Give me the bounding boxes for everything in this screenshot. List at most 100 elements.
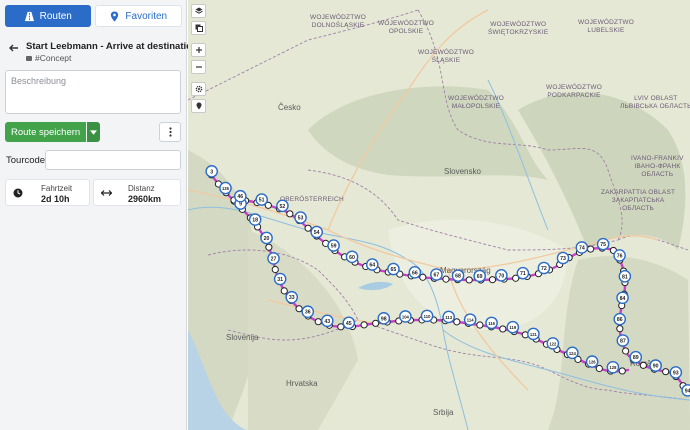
route-stop-marker[interactable]: 124 bbox=[566, 346, 579, 360]
route-stop-marker[interactable]: 116 bbox=[485, 316, 498, 330]
tab-favorites-label: Favoriten bbox=[125, 10, 168, 22]
waypoint-dot[interactable] bbox=[295, 305, 303, 313]
route-stop-marker[interactable]: 126 bbox=[585, 355, 599, 368]
route-stop-marker[interactable]: 90 bbox=[649, 359, 662, 372]
route-stop-marker[interactable]: 104 bbox=[399, 310, 412, 323]
route-stop-marker[interactable]: 93 bbox=[669, 366, 683, 379]
route-stop-marker[interactable]: 54 bbox=[310, 225, 323, 239]
tourcode-input[interactable] bbox=[45, 150, 181, 170]
route-stop-marker[interactable]: 110 bbox=[420, 309, 434, 323]
waypoint-dot[interactable] bbox=[271, 265, 279, 274]
route-stop-marker[interactable]: 119 bbox=[506, 320, 520, 334]
route-icon bbox=[24, 11, 34, 21]
waypoint-dot[interactable] bbox=[618, 367, 626, 375]
waypoint-dot[interactable] bbox=[265, 243, 273, 251]
route-stop-marker[interactable]: 121 bbox=[527, 327, 540, 341]
waypoint-dot[interactable] bbox=[595, 364, 603, 373]
route-stop-marker[interactable]: 53 bbox=[294, 211, 307, 224]
route-stop-marker[interactable]: 33 bbox=[285, 290, 299, 304]
marker-number: 135 bbox=[222, 186, 230, 191]
route-stop-marker[interactable]: 113 bbox=[442, 310, 455, 324]
duration-value: 2d 10h bbox=[41, 194, 70, 204]
zoom-out-button[interactable] bbox=[191, 60, 206, 74]
route-stop-marker[interactable]: 71 bbox=[516, 266, 530, 280]
route-stop-marker[interactable]: 46 bbox=[234, 189, 247, 203]
route-stop-marker[interactable]: 45 bbox=[342, 316, 356, 330]
marker-number: 68 bbox=[455, 274, 461, 280]
route-stop-marker[interactable]: 87 bbox=[616, 334, 630, 347]
route-stop-marker[interactable]: 69 bbox=[473, 269, 486, 283]
route-stop-marker[interactable]: 73 bbox=[556, 251, 570, 265]
route-stop-marker[interactable]: 98 bbox=[377, 312, 391, 325]
route-stop-marker[interactable]: 122 bbox=[546, 337, 560, 350]
route-stop-marker[interactable]: 70 bbox=[495, 268, 508, 282]
route-stop-marker[interactable]: 76 bbox=[613, 249, 626, 262]
route-stop-marker[interactable]: 64 bbox=[365, 258, 379, 271]
locate-button[interactable] bbox=[191, 99, 206, 113]
waypoint-dot[interactable] bbox=[442, 275, 450, 283]
route-stop-marker[interactable]: 43 bbox=[321, 314, 334, 328]
waypoint-dot[interactable] bbox=[280, 287, 288, 295]
waypoint-dot[interactable] bbox=[314, 318, 322, 326]
layers-button[interactable] bbox=[191, 4, 206, 18]
route-stop-marker[interactable]: 27 bbox=[267, 252, 280, 265]
route-stop-marker[interactable]: 84 bbox=[616, 291, 629, 305]
marker-number: 65 bbox=[391, 267, 397, 273]
route-stop-marker[interactable]: 67 bbox=[430, 268, 443, 281]
waypoint-dot[interactable] bbox=[304, 224, 312, 232]
description-field[interactable] bbox=[5, 70, 181, 114]
route-stop-marker[interactable]: 74 bbox=[575, 241, 589, 254]
marker-number: 104 bbox=[402, 314, 410, 319]
route-stop-marker[interactable]: 94 bbox=[681, 384, 690, 397]
route-stop-marker[interactable]: 59 bbox=[327, 239, 340, 252]
map-view[interactable]: WOJEWÓDZTWO DOLNOŚLĄSKIE WOJEWÓDZTWO OPOLS… bbox=[188, 0, 690, 430]
route-stop-marker[interactable]: 66 bbox=[408, 266, 422, 279]
tab-routes[interactable]: Routen bbox=[5, 5, 91, 27]
route-stop-marker[interactable]: 72 bbox=[537, 261, 551, 275]
route-stop-marker[interactable]: 68 bbox=[451, 269, 465, 282]
waypoint-dot[interactable] bbox=[419, 273, 427, 281]
more-options-button[interactable] bbox=[159, 122, 181, 142]
waypoint-dot[interactable] bbox=[639, 361, 647, 369]
waypoint-dot[interactable] bbox=[465, 276, 473, 284]
route-stop-marker[interactable]: 81 bbox=[618, 270, 632, 283]
route-stop-marker[interactable]: 3 bbox=[205, 165, 219, 178]
route-stop-marker[interactable]: 128 bbox=[606, 360, 620, 374]
route-stop-marker[interactable]: 60 bbox=[345, 250, 359, 264]
settings-button[interactable] bbox=[191, 82, 206, 96]
route-stop-marker[interactable]: 52 bbox=[276, 199, 289, 213]
waypoint-dot[interactable] bbox=[488, 276, 497, 284]
waypoint-dot[interactable] bbox=[360, 321, 368, 329]
waypoint-dot[interactable] bbox=[622, 347, 630, 355]
save-options-button[interactable] bbox=[87, 122, 101, 142]
tab-favorites[interactable]: Favoriten bbox=[94, 5, 182, 27]
route-panel: Routen Favoriten Start Leebmann - Arrive… bbox=[0, 0, 198, 430]
route-stop-marker[interactable]: 31 bbox=[273, 272, 287, 286]
waypoint-dot[interactable] bbox=[616, 325, 624, 333]
route-stop-marker[interactable]: 51 bbox=[255, 193, 268, 206]
save-route-button[interactable]: Route speichern bbox=[5, 122, 87, 142]
route-stop-marker[interactable]: 89 bbox=[629, 350, 643, 364]
route-stop-marker[interactable]: 75 bbox=[596, 237, 610, 251]
route-folder[interactable]: #Concept bbox=[26, 53, 71, 63]
waypoint-dot[interactable] bbox=[286, 210, 294, 218]
waypoint-dot[interactable] bbox=[662, 368, 670, 376]
marker-number: 46 bbox=[237, 194, 243, 200]
route-stop-marker[interactable]: 36 bbox=[301, 305, 315, 319]
waypoint-dot[interactable] bbox=[587, 245, 595, 253]
waypoint-dot[interactable] bbox=[499, 325, 507, 333]
route-stop-marker[interactable]: 135 bbox=[219, 181, 232, 195]
route-stop-marker[interactable]: 20 bbox=[260, 231, 273, 245]
waypoint-dot[interactable] bbox=[372, 319, 380, 327]
route-stop-marker[interactable]: 86 bbox=[613, 312, 627, 326]
copy-button[interactable] bbox=[191, 21, 206, 35]
route-stop-marker[interactable]: 114 bbox=[463, 313, 477, 326]
zoom-in-button[interactable] bbox=[191, 43, 206, 57]
route-stop-marker[interactable]: 18 bbox=[248, 213, 262, 226]
waypoint-dot[interactable] bbox=[453, 318, 461, 326]
waypoint-dot[interactable] bbox=[476, 321, 484, 329]
back-arrow-icon[interactable] bbox=[8, 42, 20, 54]
route-stop-marker[interactable]: 65 bbox=[387, 262, 400, 276]
marker-number: 75 bbox=[600, 242, 606, 248]
marker-number: 3 bbox=[210, 169, 213, 175]
